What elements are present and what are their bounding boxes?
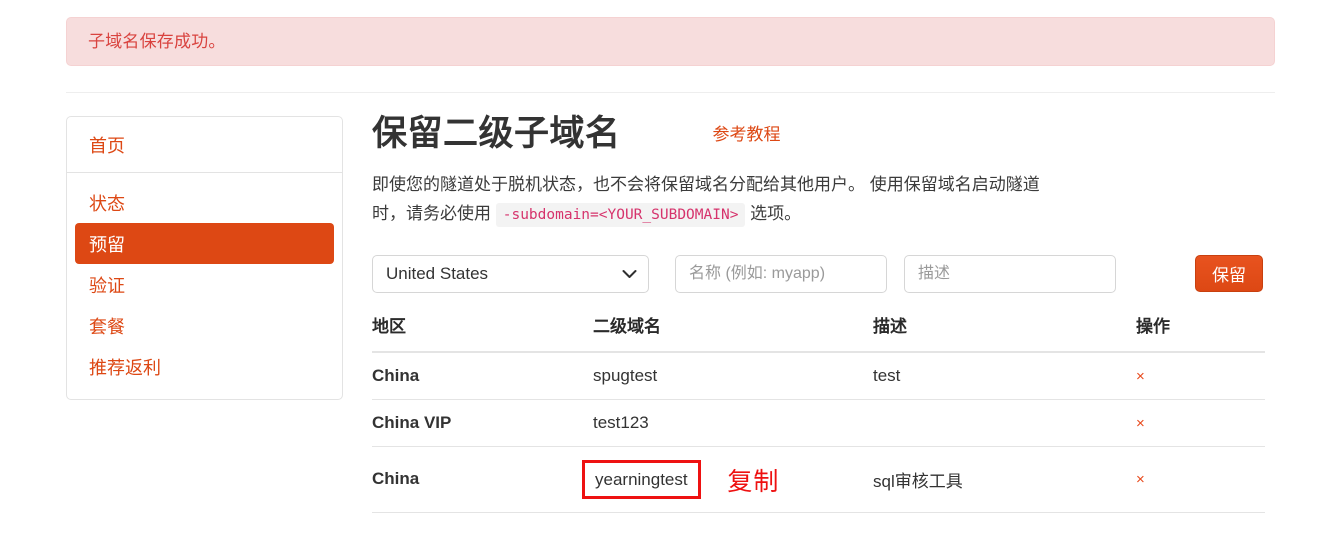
delete-icon[interactable]: × — [1136, 368, 1145, 385]
sidebar-item-label: 套餐 — [89, 316, 125, 337]
column-header-subdomain: 二级域名 — [593, 311, 873, 353]
page-title: 保留二级子域名 — [372, 114, 621, 153]
subdomain-description-input[interactable] — [904, 254, 1116, 293]
title-row: 保留二级子域名 参考教程 — [372, 112, 1272, 156]
tutorial-link[interactable]: 参考教程 — [713, 120, 781, 145]
cell-region: China — [372, 351, 593, 400]
sidebar-item-label: 推荐返利 — [89, 357, 161, 378]
sidebar: 首页 状态 预留 验证 套餐 推荐返利 — [66, 116, 343, 400]
sidebar-item-home[interactable]: 首页 — [67, 117, 342, 173]
cell-description: sql审核工具 — [873, 446, 1136, 513]
country-select[interactable]: United States — [372, 254, 649, 293]
alert-message: 子域名保存成功。 — [88, 32, 226, 51]
sidebar-item-plan[interactable]: 套餐 — [75, 305, 334, 346]
sidebar-item-referral[interactable]: 推荐返利 — [75, 346, 334, 387]
reserve-button[interactable]: 保留 — [1195, 255, 1263, 293]
cell-action: × — [1136, 399, 1265, 447]
sidebar-item-reserved[interactable]: 预留 — [75, 223, 334, 264]
sidebar-item-label: 验证 — [89, 275, 125, 296]
sidebar-item-label: 预留 — [89, 234, 125, 255]
page-root: 子域名保存成功。 首页 状态 预留 验证 套餐 推荐返利 保留二级子域名 参考教… — [0, 0, 1340, 544]
cell-subdomain: spugtest — [593, 351, 873, 400]
delete-icon[interactable]: × — [1136, 415, 1145, 432]
cell-region: China — [372, 446, 593, 513]
cell-subdomain: yearningtest 复制 — [582, 446, 873, 513]
country-select-wrapper: United States — [372, 254, 649, 293]
cell-description: test — [873, 351, 1136, 400]
sidebar-item-status[interactable]: 状态 — [75, 182, 334, 223]
column-header-region: 地区 — [372, 311, 593, 353]
highlight-box-subdomain: yearningtest — [582, 459, 701, 499]
reserved-subdomains-table: 地区 二级域名 描述 操作 China spugtest test × Chin… — [372, 311, 1265, 513]
page-description: 即使您的隧道处于脱机状态，也不会将保留域名分配给其他用户。 使用保留域名启动隧道… — [372, 170, 1072, 228]
sidebar-list: 状态 预留 验证 套餐 推荐返利 — [67, 173, 342, 399]
table-header-row: 地区 二级域名 描述 操作 — [372, 311, 1265, 353]
sidebar-item-verify[interactable]: 验证 — [75, 264, 334, 305]
cell-region: China VIP — [372, 399, 593, 447]
table-head: 地区 二级域名 描述 操作 — [372, 311, 1265, 353]
subdomain-name-input[interactable] — [675, 254, 887, 293]
annotation-copy-label: 复制 — [727, 468, 780, 497]
table-row: China spugtest test × — [372, 351, 1265, 400]
cell-action: × — [1136, 446, 1265, 513]
table-row: China VIP test123 × — [372, 399, 1265, 447]
sidebar-item-label: 状态 — [89, 193, 125, 214]
header-divider — [66, 92, 1275, 93]
column-header-description: 描述 — [873, 311, 1136, 353]
sidebar-header-label: 首页 — [89, 135, 125, 156]
main-content: 保留二级子域名 参考教程 即使您的隧道处于脱机状态，也不会将保留域名分配给其他用… — [372, 112, 1272, 513]
description-text-part2: 选项。 — [750, 204, 802, 224]
cell-action: × — [1136, 351, 1265, 400]
delete-icon[interactable]: × — [1136, 471, 1145, 488]
table-body: China spugtest test × China VIP test123 … — [372, 351, 1265, 513]
success-alert: 子域名保存成功。 — [66, 17, 1275, 66]
reserve-form: United States 保留 — [372, 254, 1272, 293]
column-header-action: 操作 — [1136, 311, 1265, 353]
cell-subdomain: test123 — [593, 399, 873, 447]
cell-description — [873, 399, 1136, 447]
subdomain-flag-code: -subdomain=<YOUR_SUBDOMAIN> — [495, 203, 746, 228]
table-row: China yearningtest 复制 sql审核工具 × — [372, 446, 1265, 513]
